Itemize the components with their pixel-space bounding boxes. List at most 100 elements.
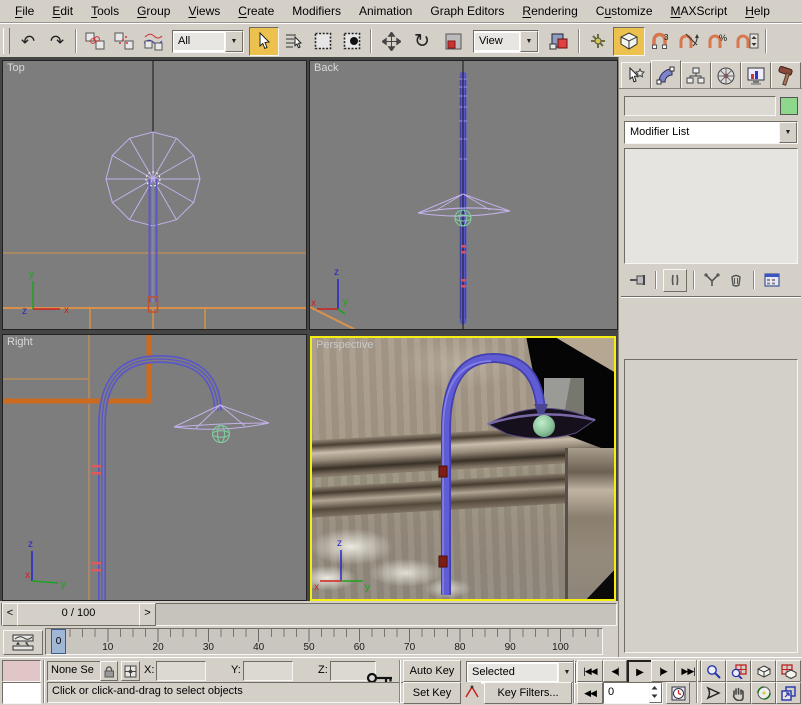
undo-button[interactable]: ↶ [14,28,42,55]
viewport-right-label[interactable]: Right [7,336,33,348]
previous-frame-button[interactable]: ◀| [603,660,627,682]
make-unique-button[interactable] [701,270,723,291]
set-key-button[interactable]: Set Key [403,682,461,704]
select-object-button[interactable] [249,27,279,56]
time-slider-handle[interactable]: 0 / 100 [17,603,140,626]
viewport-top-label[interactable]: Top [7,62,25,74]
current-frame-field[interactable]: 0 [603,682,663,704]
tab-hierarchy[interactable] [681,62,711,88]
key-filters-button[interactable]: Key Filters... [484,682,572,704]
unlink-selection-button[interactable] [110,28,138,55]
tab-create[interactable] [621,62,651,88]
default-tangents-button[interactable] [462,682,481,702]
menu-create[interactable]: Create [229,2,283,21]
dropdown-arrow-icon[interactable]: ▼ [225,31,243,52]
rollout-area[interactable] [624,359,798,653]
menu-rendering[interactable]: Rendering [513,2,586,21]
tab-display[interactable] [741,62,771,88]
tab-motion[interactable] [711,62,741,88]
select-and-manipulate-button[interactable] [584,28,612,55]
window-crossing-toggle-button[interactable] [338,28,366,55]
key-mode-toggle-button[interactable]: ◀◀ [577,682,603,704]
y-coordinate-input[interactable] [244,662,293,680]
viewport-back[interactable]: Back [309,60,618,330]
trackbar-ruler[interactable]: 0 0102030405060708090100 [45,628,603,655]
play-button[interactable]: ▶ [627,660,653,684]
next-frame-button[interactable]: |▶ [651,660,675,682]
arc-rotate-button[interactable] [751,682,776,704]
viewport-back-label[interactable]: Back [314,62,338,74]
menu-group[interactable]: Group [128,2,179,21]
selection-lock-toggle[interactable] [100,661,118,681]
y-coordinate-field[interactable] [243,661,293,681]
angle-snap-button[interactable] [675,28,703,55]
remove-modifier-button[interactable] [725,270,747,291]
menu-maxscript[interactable]: MAXScript [662,2,737,21]
dropdown-arrow-icon[interactable]: ▼ [779,122,797,143]
field-of-view-button[interactable] [701,682,726,704]
toolbar-grip[interactable] [3,28,10,54]
redo-button[interactable]: ↷ [43,28,71,55]
svg-text:z: z [22,306,27,317]
auto-key-button[interactable]: Auto Key [403,660,461,682]
menu-modifiers[interactable]: Modifiers [283,2,350,21]
menu-views[interactable]: Views [179,2,229,21]
viewport-top[interactable]: Top [2,60,307,330]
macro-recorder-pane[interactable] [2,660,41,682]
absolute-offset-toggle[interactable] [121,661,140,681]
x-coordinate-field[interactable] [156,661,206,681]
reference-coordinate-dropdown[interactable]: View ▼ [473,30,539,53]
zoom-extents-button[interactable] [751,660,776,682]
object-name-input[interactable] [625,97,779,115]
percent-snap-button[interactable]: % [704,28,732,55]
menu-animation[interactable]: Animation [350,2,421,21]
tab-modify[interactable] [651,60,681,88]
key-mode-dropdown[interactable]: Selected ▼ [466,661,577,684]
snap-3d-button[interactable]: 3 [646,28,674,55]
modifier-list-dropdown[interactable]: Modifier List ▼ [624,121,798,144]
current-frame-marker[interactable]: 0 [51,629,66,654]
menu-tools[interactable]: Tools [82,2,128,21]
selection-filter-dropdown[interactable]: All ▼ [172,30,244,53]
show-end-result-button[interactable] [663,269,687,292]
select-and-rotate-button[interactable]: ↻ [407,28,437,55]
configure-modifier-sets-button[interactable] [761,270,783,291]
next-frame-arrow[interactable]: > [139,603,156,626]
use-pivot-point-center-button[interactable] [544,28,574,55]
zoom-all-button[interactable] [726,660,751,682]
min-max-toggle-button[interactable] [776,682,801,704]
menu-grapheditors[interactable]: Graph Editors [421,2,513,21]
select-and-move-button[interactable] [376,28,406,55]
time-configuration-button[interactable] [666,682,690,704]
modifier-stack-list[interactable] [624,148,798,264]
goto-start-button[interactable]: |◀◀ [577,660,603,682]
select-and-scale-button[interactable] [438,28,468,55]
pin-stack-button[interactable] [627,270,649,291]
previous-frame-arrow[interactable]: < [2,603,18,626]
object-color-swatch[interactable] [780,97,798,115]
open-mini-curve-editor-button[interactable] [3,630,43,655]
spinner-snap-button[interactable] [733,28,761,55]
dropdown-arrow-icon[interactable]: ▼ [520,31,538,52]
viewport-right[interactable]: Right [2,334,307,601]
pivot-center-icon [549,32,569,50]
snaps-toggle-button[interactable] [613,27,645,56]
menu-help[interactable]: Help [736,2,779,21]
zoom-extents-all-button[interactable] [776,660,801,682]
tab-utilities[interactable] [771,62,801,88]
viewport-perspective[interactable]: z x y Perspective [310,336,616,601]
viewport-perspective-label[interactable]: Perspective [316,339,373,351]
menu-customize[interactable]: Customize [587,2,662,21]
menu-edit[interactable]: Edit [43,2,82,21]
object-name-field[interactable] [624,96,776,116]
bind-to-space-warp-button[interactable] [139,28,167,55]
select-by-name-button[interactable] [280,28,308,55]
pan-button[interactable] [726,682,751,704]
menu-file[interactable]: File [6,2,43,21]
maxscript-mini-listener[interactable] [2,682,41,704]
rectangular-selection-region-button[interactable] [309,28,337,55]
frame-spinner[interactable] [649,683,662,703]
zoom-button[interactable] [701,660,726,682]
select-and-link-button[interactable] [81,28,109,55]
x-coordinate-input[interactable] [157,662,206,680]
